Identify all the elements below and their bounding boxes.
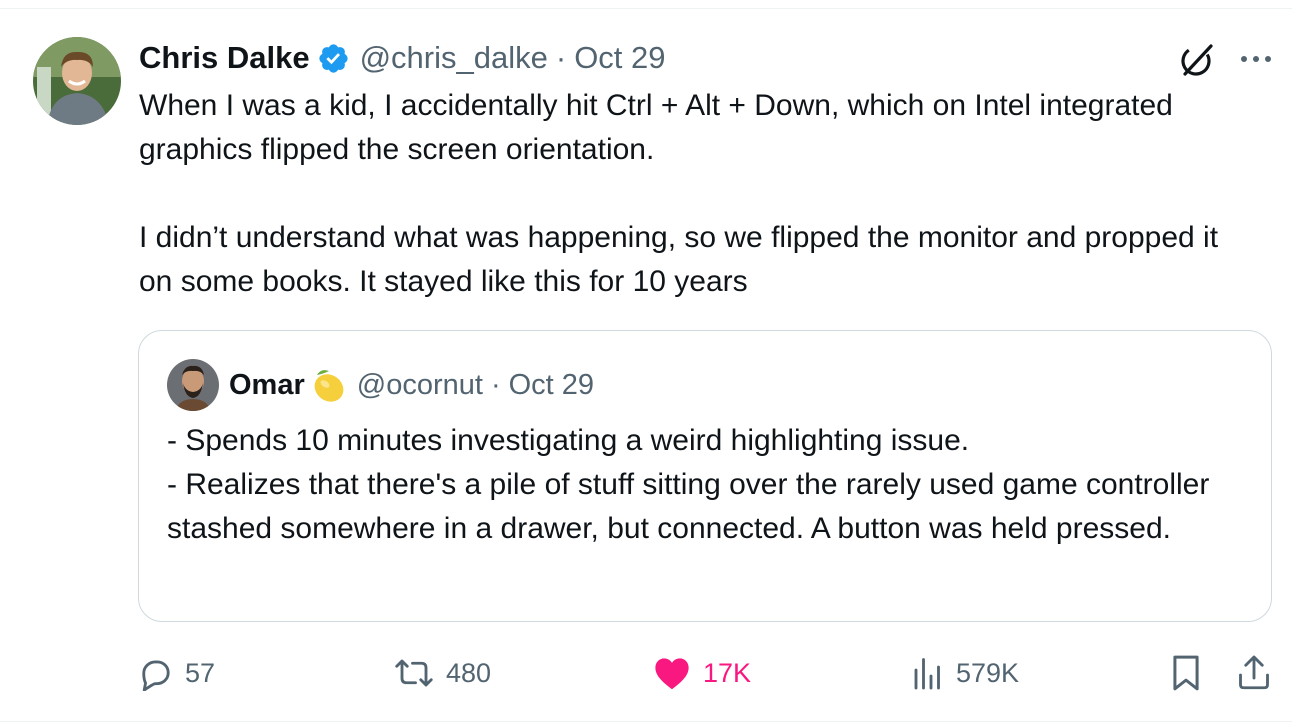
header-separator: · <box>555 40 567 75</box>
author-avatar[interactable] <box>33 37 121 125</box>
verified-badge-icon[interactable] <box>317 42 350 75</box>
tweet-text: When I was a kid, I accidentally hit Ctr… <box>139 89 1219 298</box>
lemon-icon <box>311 365 347 405</box>
quote-text: - Spends 10 minutes investigating a weir… <box>167 424 1210 545</box>
quote-author-handle[interactable]: @ocornut <box>357 369 483 402</box>
reply-icon <box>142 660 170 691</box>
quote-header-separator: · <box>490 368 501 401</box>
tweet-date[interactable]: Oct 29 <box>574 40 665 76</box>
like-button[interactable]: 17K <box>653 651 751 695</box>
author-handle[interactable]: @chris_dalke <box>360 40 548 76</box>
quote-header: Omar @ocornut · Oct 29 <box>167 359 594 411</box>
bottom-divider <box>0 721 1292 722</box>
author-name[interactable]: Chris Dalke <box>139 40 310 76</box>
quote-date[interactable]: Oct 29 <box>509 369 594 402</box>
repost-button[interactable]: 480 <box>394 651 491 695</box>
reply-button[interactable]: 57 <box>137 651 215 695</box>
heart-icon <box>655 658 689 690</box>
repost-count: 480 <box>446 657 492 688</box>
views-count: 579K <box>956 657 1020 688</box>
views-button[interactable]: 579K <box>912 651 1019 695</box>
tweet-header: Chris Dalke @chris_dalke · Oct 29 <box>139 36 666 80</box>
reply-count: 57 <box>185 657 216 688</box>
like-count: 17K <box>703 657 752 688</box>
quote-author-avatar[interactable] <box>167 359 219 411</box>
top-divider <box>0 8 1292 9</box>
bookmark-icon[interactable] <box>1170 654 1202 692</box>
quoted-tweet-card[interactable]: Omar @ocornut · Oct 29 - Spends 10 minut… <box>138 330 1272 622</box>
quote-author-name[interactable]: Omar <box>229 369 305 402</box>
repost-icon <box>395 659 433 687</box>
views-icon <box>914 658 940 690</box>
share-icon[interactable] <box>1236 652 1272 692</box>
grok-icon[interactable] <box>1177 40 1217 80</box>
more-icon[interactable] <box>1238 41 1274 77</box>
